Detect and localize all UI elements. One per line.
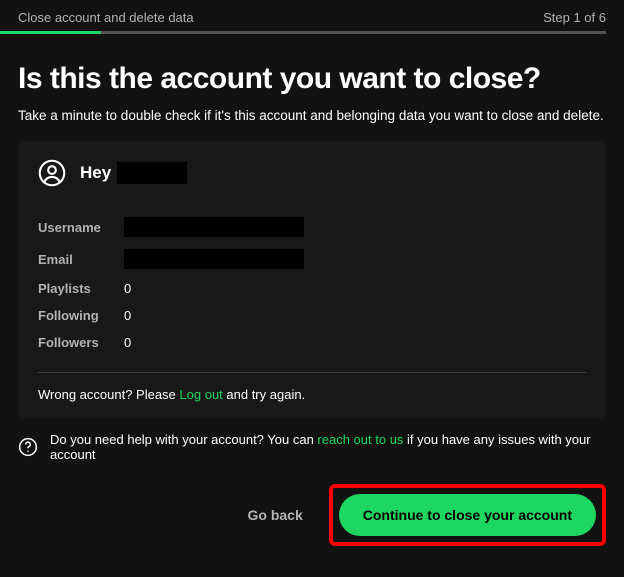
go-back-button[interactable]: Go back: [240, 497, 311, 533]
continue-button[interactable]: Continue to close your account: [339, 494, 596, 536]
account-card: Hey Username Email Playlists 0 Following…: [18, 141, 606, 418]
action-bar: Go back Continue to close your account: [0, 462, 624, 546]
help-row: Do you need help with your account? You …: [0, 418, 624, 462]
row-playlists: Playlists 0: [38, 275, 586, 302]
playlists-value: 0: [124, 281, 131, 296]
wrong-account-text: Wrong account? Please Log out and try ag…: [38, 387, 586, 402]
help-text: Do you need help with your account? You …: [50, 432, 606, 462]
wrong-prefix: Wrong account? Please: [38, 387, 179, 402]
greeting-prefix: Hey: [80, 163, 111, 183]
followers-label: Followers: [38, 335, 124, 350]
greeting: Hey: [38, 159, 586, 187]
page-heading: Is this the account you want to close?: [18, 62, 606, 96]
help-icon: [18, 437, 38, 457]
divider: [38, 372, 586, 373]
username-label: Username: [38, 220, 124, 235]
help-prefix: Do you need help with your account? You …: [50, 432, 317, 447]
email-label: Email: [38, 252, 124, 267]
redacted-username: [124, 217, 304, 237]
followers-value: 0: [124, 335, 131, 350]
playlists-label: Playlists: [38, 281, 124, 296]
row-email: Email: [38, 243, 586, 275]
following-label: Following: [38, 308, 124, 323]
wrong-suffix: and try again.: [223, 387, 305, 402]
row-followers: Followers 0: [38, 329, 586, 356]
wizard-step: Step 1 of 6: [543, 10, 606, 25]
logout-link[interactable]: Log out: [179, 387, 222, 402]
row-username: Username: [38, 211, 586, 243]
redacted-name: [117, 162, 187, 184]
contact-link[interactable]: reach out to us: [317, 432, 403, 447]
wizard-header: Close account and delete data Step 1 of …: [0, 0, 624, 31]
following-value: 0: [124, 308, 131, 323]
redacted-email: [124, 249, 304, 269]
page-subtitle: Take a minute to double check if it's th…: [18, 108, 606, 123]
avatar-icon: [38, 159, 66, 187]
row-following: Following 0: [38, 302, 586, 329]
highlight-annotation: Continue to close your account: [329, 484, 606, 546]
wizard-title: Close account and delete data: [18, 10, 194, 25]
